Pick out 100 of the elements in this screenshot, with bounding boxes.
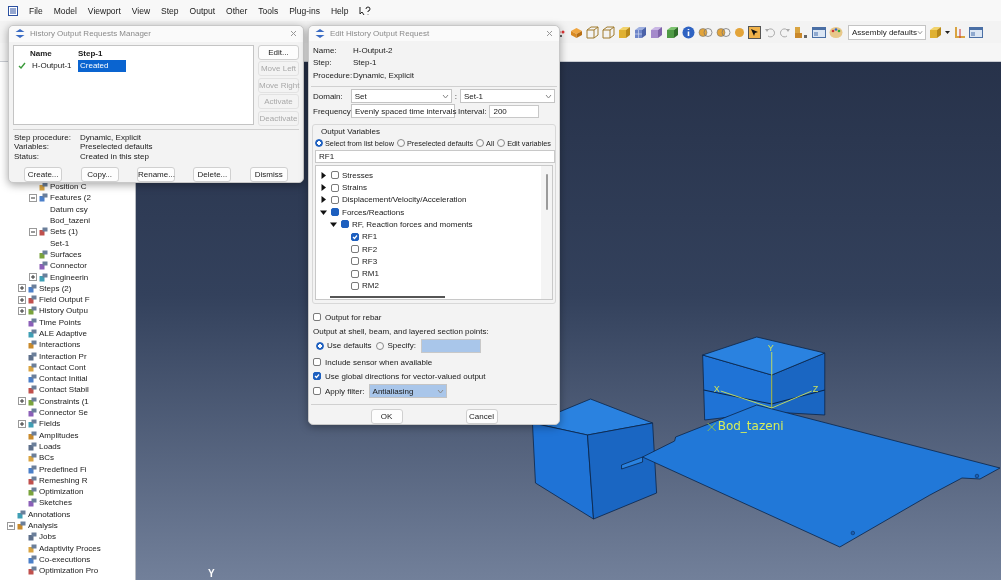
menu-item[interactable]: Model bbox=[53, 5, 77, 16]
tree-item[interactable]: Co-executions bbox=[39, 554, 91, 564]
render-style-dropdown[interactable]: Assembly defaults bbox=[848, 24, 926, 40]
tree-item[interactable]: Remeshing R bbox=[39, 475, 88, 485]
dialog-button[interactable]: OK bbox=[370, 409, 403, 424]
tree-item[interactable]: Contact Cont bbox=[39, 362, 86, 372]
tree-item[interactable]: Position C bbox=[50, 182, 87, 192]
checkbox[interactable] bbox=[313, 313, 321, 322]
expand-icon[interactable] bbox=[17, 284, 26, 293]
tree-item[interactable]: Engineerin bbox=[50, 272, 89, 282]
frequency-dropdown[interactable]: Evenly spaced time intervals bbox=[351, 104, 455, 119]
dialog-button[interactable]: Rename... bbox=[136, 167, 175, 182]
tree-item[interactable]: Steps (2) bbox=[39, 283, 72, 293]
expand-icon[interactable] bbox=[17, 397, 26, 406]
help-cursor-icon[interactable] bbox=[359, 5, 372, 16]
checkbox[interactable] bbox=[313, 387, 321, 396]
menu-item[interactable]: View bbox=[131, 5, 151, 16]
checkbox[interactable] bbox=[331, 183, 339, 192]
tree-item[interactable]: Datum csy bbox=[50, 204, 88, 214]
tree-item[interactable]: Optimization bbox=[39, 487, 84, 497]
table-cell[interactable]: H-Output-1 bbox=[30, 59, 78, 72]
radio-button[interactable] bbox=[396, 139, 405, 148]
tree-item[interactable]: Amplitudes bbox=[39, 430, 79, 440]
scrollbar[interactable] bbox=[545, 174, 548, 211]
expand-icon[interactable] bbox=[17, 295, 26, 304]
cube-icon[interactable] bbox=[929, 25, 942, 39]
tree-item[interactable]: Interactions bbox=[39, 340, 81, 350]
menu-item[interactable]: Step bbox=[161, 5, 179, 16]
tree-item[interactable]: Surfaces bbox=[50, 249, 82, 259]
dialog-button[interactable]: Create... bbox=[24, 167, 63, 182]
tree-item[interactable]: Fields bbox=[39, 419, 61, 429]
checkbox[interactable] bbox=[313, 358, 321, 367]
tree-item[interactable]: ALE Adaptive bbox=[39, 329, 88, 338]
collapse-arrow-icon[interactable] bbox=[320, 208, 327, 216]
tree-item[interactable]: Adaptivity Proces bbox=[39, 543, 101, 553]
palette-icon[interactable] bbox=[829, 25, 843, 39]
tree-item[interactable]: Annotations bbox=[28, 509, 71, 519]
checkbox[interactable] bbox=[351, 281, 359, 290]
dialog-button[interactable]: Copy... bbox=[80, 167, 119, 182]
expand-arrow-icon[interactable] bbox=[320, 184, 327, 192]
checkbox[interactable] bbox=[313, 372, 321, 381]
tree-item[interactable]: Set-1 bbox=[50, 238, 70, 248]
checkbox[interactable] bbox=[351, 232, 359, 241]
menu-item[interactable]: Help bbox=[330, 5, 349, 16]
tree-item[interactable]: Optimization Pro bbox=[39, 566, 99, 576]
tree-item[interactable]: Sets (1) bbox=[50, 227, 78, 237]
expand-icon[interactable] bbox=[17, 419, 26, 428]
tree-item[interactable]: Loads bbox=[39, 441, 61, 451]
menu-item[interactable]: Tools bbox=[258, 5, 279, 16]
axes-icon[interactable] bbox=[953, 25, 966, 39]
radio-button[interactable] bbox=[497, 139, 506, 148]
tree-item[interactable]: Jobs bbox=[39, 532, 56, 542]
menu-item[interactable]: Plug-ins bbox=[289, 5, 320, 16]
checkbox[interactable] bbox=[341, 220, 349, 229]
menu-item[interactable]: Output bbox=[189, 5, 216, 16]
checkbox[interactable] bbox=[351, 269, 359, 278]
expand-icon[interactable] bbox=[17, 306, 26, 315]
mesh-cube-icon[interactable] bbox=[634, 25, 647, 39]
collapse-icon[interactable] bbox=[6, 521, 15, 530]
radio-button[interactable] bbox=[376, 341, 385, 350]
tree-item[interactable]: History Outpu bbox=[39, 306, 88, 316]
specify-field[interactable] bbox=[420, 338, 481, 353]
box-icon[interactable] bbox=[570, 25, 583, 39]
overlap-circles-icon[interactable] bbox=[716, 25, 731, 39]
window-icon[interactable] bbox=[812, 25, 826, 39]
tree-item[interactable]: Contact Stabil bbox=[39, 385, 89, 395]
app-icon[interactable] bbox=[8, 5, 18, 16]
checkbox[interactable] bbox=[351, 257, 359, 266]
cursor-icon[interactable] bbox=[748, 25, 761, 39]
checkbox[interactable] bbox=[351, 245, 359, 254]
radio-button[interactable] bbox=[315, 139, 323, 148]
checkbox[interactable] bbox=[331, 195, 339, 204]
tree-item[interactable]: Interaction Pr bbox=[39, 351, 87, 361]
tree-item[interactable]: Bod_tazeni bbox=[50, 216, 91, 226]
tree-item[interactable]: Time Points bbox=[39, 317, 81, 327]
tree-item[interactable]: Connector Se bbox=[39, 408, 88, 418]
set-dropdown[interactable]: Set-1 bbox=[459, 89, 555, 104]
tree-item[interactable]: BCs bbox=[39, 453, 55, 463]
cube-icon[interactable] bbox=[618, 25, 631, 39]
collapse-icon[interactable] bbox=[28, 193, 37, 202]
menu-item[interactable]: Other bbox=[226, 5, 248, 16]
tree-item[interactable]: Predefined Fi bbox=[39, 464, 87, 474]
dialog-button[interactable]: Cancel bbox=[465, 409, 498, 424]
tree-item[interactable]: Sketches bbox=[39, 498, 72, 508]
checkbox[interactable] bbox=[331, 208, 339, 217]
radio-button[interactable] bbox=[316, 341, 324, 350]
tree-item[interactable]: Connector bbox=[50, 261, 87, 271]
filter-dropdown[interactable]: Antialiasing bbox=[368, 384, 447, 399]
tree-item[interactable]: Field Output F bbox=[39, 295, 90, 305]
shaded-cube-icon[interactable] bbox=[666, 25, 679, 39]
tree-item[interactable]: Contact Initial bbox=[39, 374, 88, 384]
collapse-icon[interactable] bbox=[28, 227, 37, 236]
dialog-button[interactable]: Dismiss bbox=[249, 167, 288, 182]
overlap-circles-icon[interactable] bbox=[698, 25, 713, 39]
domain-dropdown[interactable]: Set bbox=[350, 89, 452, 104]
info-icon[interactable] bbox=[682, 25, 695, 39]
side-button[interactable]: Edit... bbox=[258, 44, 299, 60]
expand-arrow-icon[interactable] bbox=[320, 171, 327, 179]
tree-item[interactable]: Constraints (1 bbox=[39, 396, 89, 406]
interval-field[interactable]: 200 bbox=[489, 104, 540, 118]
